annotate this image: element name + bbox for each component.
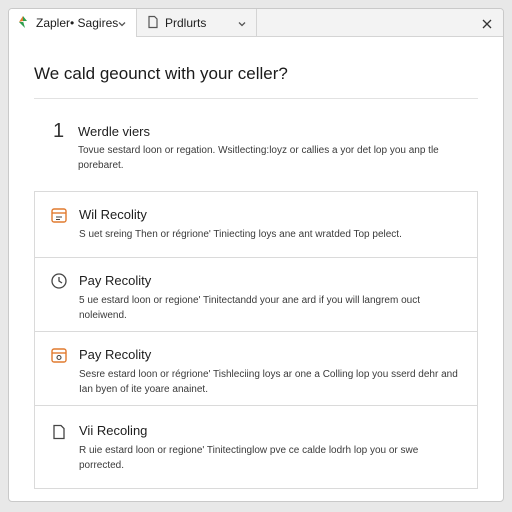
- chevron-down-icon[interactable]: [117, 18, 127, 32]
- clock-icon: [50, 272, 68, 290]
- dialog-window: Zapler• Sagires Prdlurts We cald geounct…: [8, 8, 504, 502]
- list-item[interactable]: 1 Werdle viers Tovue sestard loon or reg…: [34, 113, 478, 191]
- divider: [34, 98, 478, 99]
- step-number: 1: [53, 120, 65, 142]
- zapier-logo-icon: [16, 15, 30, 32]
- card-title: Pay Recolity: [79, 273, 152, 288]
- card-title: Pay Recolity: [79, 347, 152, 362]
- tab-bar: Zapler• Sagires Prdlurts: [9, 9, 503, 37]
- list-item[interactable]: Vii Recoling R uie estard loon or region…: [34, 405, 478, 489]
- card-description: Tovue sestard loon or regation. Wsitlect…: [78, 145, 439, 171]
- close-icon[interactable]: [481, 17, 493, 35]
- document-icon: [147, 15, 159, 32]
- list-item[interactable]: Pay Recolity Sesre estard loon or régrio…: [34, 331, 478, 405]
- card-description: S uet sreing Then or régrione' Tiniectin…: [79, 229, 402, 240]
- card-description: 5 ue estard loon or regione' Tinitectand…: [79, 295, 420, 321]
- card-description: Sesre estard loon or régrione' Tishlecii…: [79, 369, 458, 395]
- card-title: Wil Recolity: [79, 207, 147, 222]
- chevron-down-icon[interactable]: [237, 18, 247, 32]
- calendar-icon: [50, 206, 68, 224]
- list-item[interactable]: Wil Recolity S uet sreing Then or régrio…: [34, 191, 478, 257]
- card-title: Werdle viers: [78, 124, 151, 139]
- page-title: We cald geounct with your celler?: [34, 64, 288, 83]
- tab-prdlurts[interactable]: Prdlurts: [137, 9, 257, 37]
- list-item[interactable]: Pay Recolity 5 ue estard loon or regione…: [34, 257, 478, 331]
- card-description: R uie estard loon or regione' Tinitectin…: [79, 445, 419, 471]
- tab-label: Zapler• Sagires: [36, 16, 119, 30]
- tab-label: Prdlurts: [165, 16, 207, 30]
- calendar-icon: [50, 346, 68, 364]
- tab-zapier-sagires[interactable]: Zapler• Sagires: [9, 9, 137, 37]
- card-title: Vii Recoling: [79, 423, 148, 438]
- document-icon: [50, 423, 68, 441]
